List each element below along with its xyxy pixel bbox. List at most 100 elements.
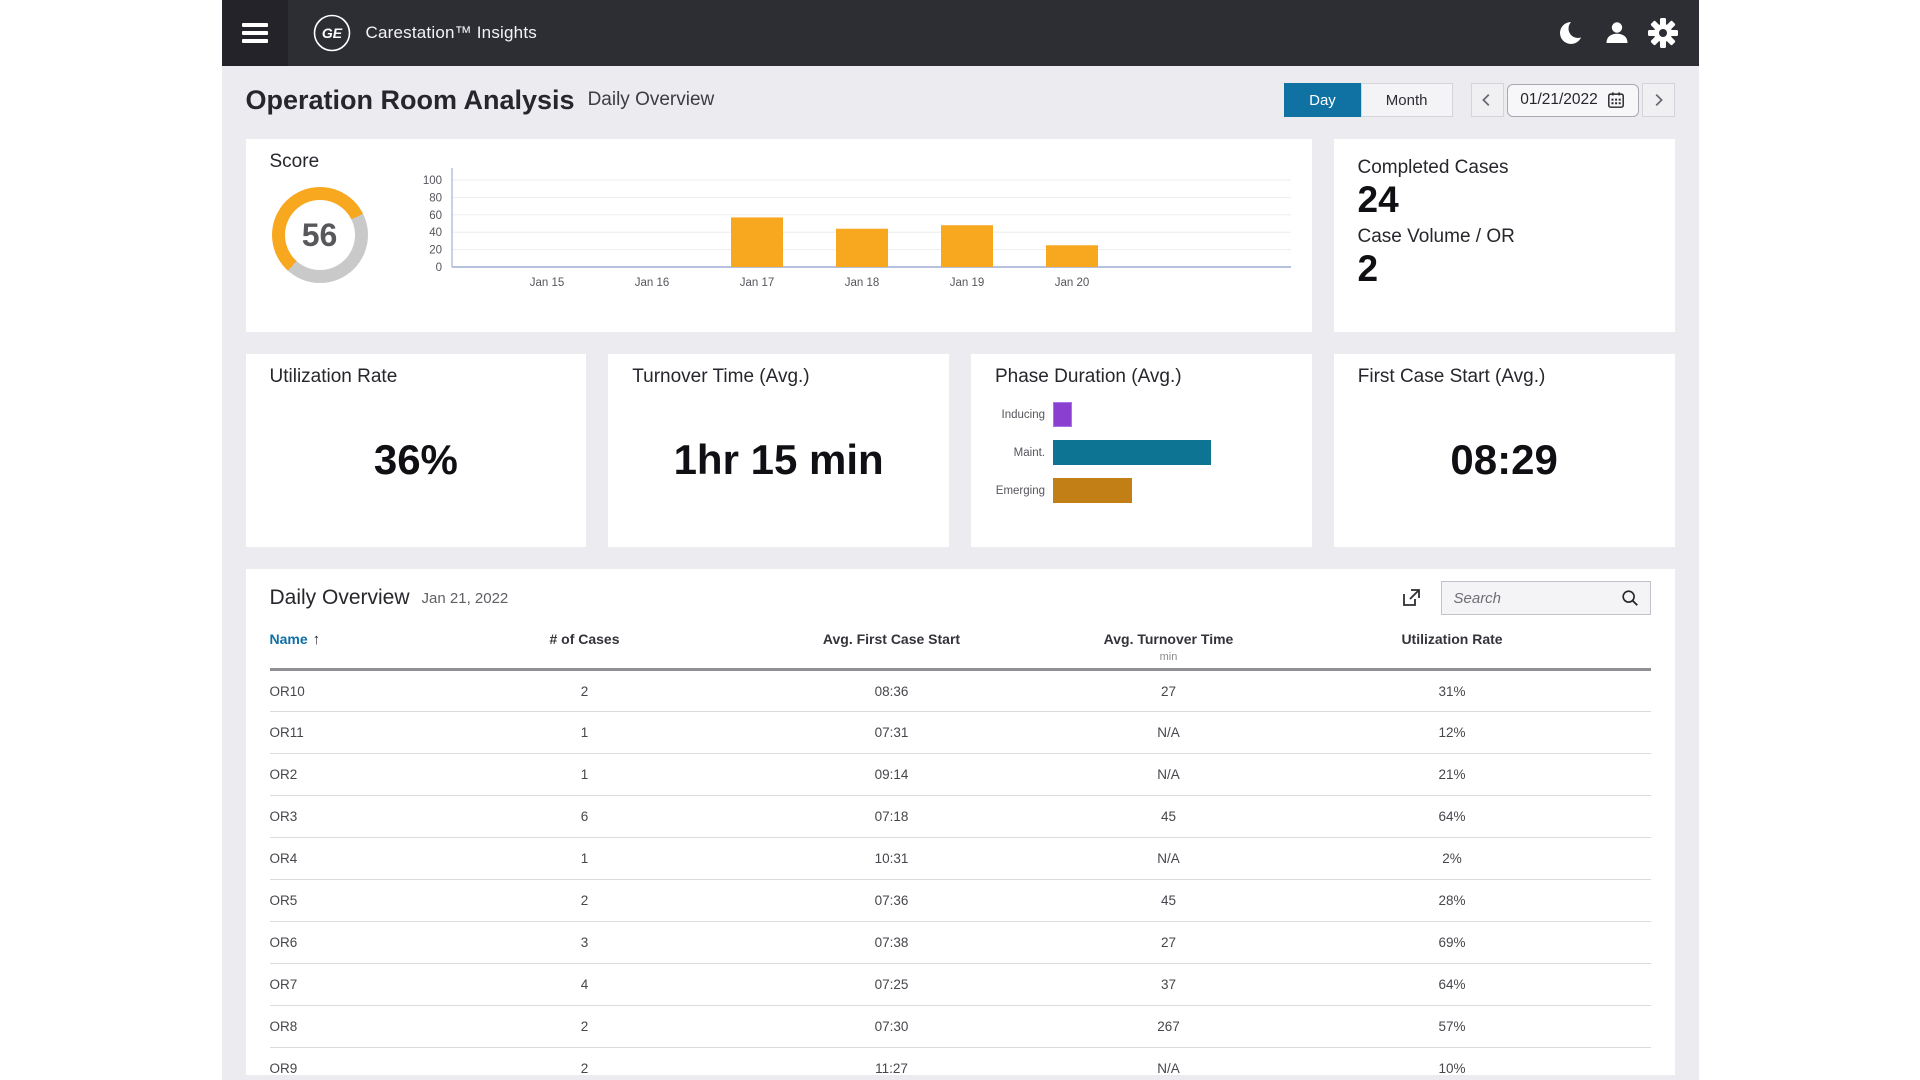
phase-label: Emerging bbox=[995, 484, 1045, 497]
turnover-time-value: 1hr 15 min bbox=[673, 436, 884, 483]
cell-first-case-start: 07:30 bbox=[699, 1005, 1084, 1049]
chevron-left-icon bbox=[1482, 93, 1490, 107]
table-row[interactable]: OR6 3 07:38 27 69% bbox=[269, 921, 1651, 965]
cell-first-case-start: 07:38 bbox=[699, 921, 1084, 965]
cell-turnover-time: N/A bbox=[1083, 1047, 1254, 1075]
cell-turnover-time: 45 bbox=[1083, 879, 1254, 923]
cell-turnover-time: 45 bbox=[1083, 795, 1254, 839]
kpi-row-2: Utilization Rate 36% Turnover Time (Avg.… bbox=[245, 354, 1675, 547]
phase-label: Maint. bbox=[1013, 446, 1045, 459]
table-title: Daily Overview bbox=[269, 586, 410, 609]
page: GE Carestation™ Insights Operation Room … bbox=[221, 0, 1699, 1080]
cell-cases: 2 bbox=[469, 879, 700, 923]
phase-bar bbox=[1053, 402, 1072, 427]
table-row[interactable]: OR8 2 07:30 267 57% bbox=[269, 1005, 1651, 1049]
calendar-icon bbox=[1607, 92, 1624, 108]
column-header-utilization-rate[interactable]: Utilization Rate bbox=[1253, 625, 1651, 672]
cell-name: OR4 bbox=[269, 837, 470, 881]
y-tick-label: 0 bbox=[435, 262, 441, 274]
phase-row: Emerging bbox=[995, 478, 1288, 503]
chevron-right-icon bbox=[1655, 93, 1663, 107]
menu-button[interactable] bbox=[221, 0, 288, 66]
cell-first-case-start: 09:14 bbox=[699, 753, 1084, 797]
person-icon bbox=[1606, 22, 1627, 43]
hamburger-icon bbox=[241, 23, 268, 27]
y-tick-label: 40 bbox=[429, 227, 442, 239]
column-header-first-case-start[interactable]: Avg. First Case Start bbox=[699, 625, 1084, 672]
table-row[interactable]: OR2 1 09:14 N/A 21% bbox=[269, 753, 1651, 797]
trend-bar bbox=[940, 225, 993, 267]
cell-first-case-start: 07:25 bbox=[699, 963, 1084, 1007]
score-trend-chart: 0 20 40 60 80 100 Jan 15 Jan 16 Jan 17 Jan 18 Jan … bbox=[422, 168, 1291, 289]
gear-icon bbox=[1647, 18, 1678, 48]
cell-cases: 6 bbox=[469, 795, 700, 839]
cell-name: OR10 bbox=[269, 669, 470, 713]
month-toggle-button[interactable]: Month bbox=[1360, 83, 1453, 117]
y-tick-label: 100 bbox=[422, 175, 441, 187]
daily-overview-table: Name ↑ # of Cases Avg. First Case Start A… bbox=[269, 625, 1651, 1075]
cell-utilization-rate: 57% bbox=[1253, 1005, 1651, 1049]
first-case-start-card: First Case Start (Avg.) 08:29 bbox=[1333, 354, 1675, 547]
first-case-start-value: 08:29 bbox=[1450, 436, 1558, 483]
column-header-cases[interactable]: # of Cases bbox=[469, 625, 700, 672]
column-header-turnover-time[interactable]: Avg. Turnover Time min bbox=[1083, 625, 1254, 672]
cell-name: OR9 bbox=[269, 1047, 470, 1075]
table-body: OR10 2 08:36 27 31% OR11 1 07:31 N/A 12% OR2 1 09:14… bbox=[269, 669, 1651, 1075]
previous-day-button[interactable] bbox=[1470, 83, 1504, 117]
cell-name: OR11 bbox=[269, 711, 470, 755]
table-row[interactable]: OR7 4 07:25 37 64% bbox=[269, 963, 1651, 1007]
case-volume-label: Case Volume / OR bbox=[1357, 225, 1515, 247]
cell-cases: 2 bbox=[469, 1047, 700, 1075]
table-header-bar: Daily Overview Jan 21, 2022 bbox=[270, 581, 1651, 615]
utilization-rate-label: Utilization Rate bbox=[269, 366, 398, 387]
moon-icon bbox=[1559, 19, 1587, 44]
cell-utilization-rate: 10% bbox=[1253, 1047, 1651, 1075]
score-card: Score 56 0 20 40 60 80 100 Jan 15 Jan 16 Jan 17 J… bbox=[245, 139, 1312, 332]
svg-text:GE: GE bbox=[321, 25, 342, 41]
table-actions bbox=[1397, 581, 1651, 615]
phase-label: Inducing bbox=[1001, 408, 1045, 421]
table-row[interactable]: OR11 1 07:31 N/A 12% bbox=[269, 711, 1651, 755]
next-day-button[interactable] bbox=[1641, 83, 1675, 117]
table-row[interactable]: OR9 2 11:27 N/A 10% bbox=[269, 1047, 1651, 1075]
trend-bar bbox=[730, 217, 783, 267]
search-icon[interactable] bbox=[1620, 588, 1640, 608]
cell-name: OR8 bbox=[269, 1005, 470, 1049]
table-row[interactable]: OR10 2 08:36 27 31% bbox=[269, 669, 1651, 713]
export-icon bbox=[1402, 589, 1420, 606]
turnover-time-card: Turnover Time (Avg.) 1hr 15 min bbox=[608, 354, 949, 547]
phase-row: Inducing bbox=[995, 402, 1288, 427]
cell-name: OR5 bbox=[269, 879, 470, 923]
cell-cases: 1 bbox=[469, 711, 700, 755]
phase-bar bbox=[1053, 478, 1132, 503]
x-tick-label: Jan 19 bbox=[949, 277, 984, 289]
cell-utilization-rate: 64% bbox=[1253, 795, 1651, 839]
settings-button[interactable] bbox=[1643, 13, 1683, 53]
cell-cases: 1 bbox=[469, 753, 700, 797]
export-button[interactable] bbox=[1397, 584, 1425, 612]
cell-turnover-time: N/A bbox=[1083, 753, 1254, 797]
x-tick-label: Jan 15 bbox=[529, 277, 564, 289]
utilization-rate-card: Utilization Rate 36% bbox=[245, 354, 587, 547]
turnover-time-label: Turnover Time (Avg.) bbox=[632, 366, 810, 387]
phase-duration-chart: Inducing Maint. Emerging bbox=[995, 402, 1288, 503]
theme-toggle-button[interactable] bbox=[1551, 13, 1591, 53]
cell-cases: 3 bbox=[469, 921, 700, 965]
table-row[interactable]: OR5 2 07:36 45 28% bbox=[269, 879, 1651, 923]
date-navigation: 01/21/2022 bbox=[1470, 83, 1675, 117]
completed-cases-label: Completed Cases bbox=[1357, 157, 1509, 178]
search-input[interactable] bbox=[1451, 588, 1620, 608]
user-profile-button[interactable] bbox=[1597, 13, 1637, 53]
daily-overview-card: Daily Overview Jan 21, 2022 Search Name … bbox=[245, 569, 1675, 1075]
cell-first-case-start: 07:31 bbox=[699, 711, 1084, 755]
cell-name: OR2 bbox=[269, 753, 470, 797]
day-toggle-button[interactable]: Day bbox=[1284, 83, 1361, 117]
table-row[interactable]: OR3 6 07:18 45 64% bbox=[269, 795, 1651, 839]
cell-turnover-time: N/A bbox=[1083, 837, 1254, 881]
table-row[interactable]: OR4 1 10:31 N/A 2% bbox=[269, 837, 1651, 881]
column-header-name[interactable]: Name ↑ bbox=[269, 625, 470, 672]
search-box bbox=[1440, 581, 1651, 615]
date-picker-field[interactable]: 01/21/2022 bbox=[1506, 83, 1639, 117]
table-date: Jan 21, 2022 bbox=[421, 589, 509, 607]
app-title: Carestation™ Insights bbox=[365, 23, 537, 42]
